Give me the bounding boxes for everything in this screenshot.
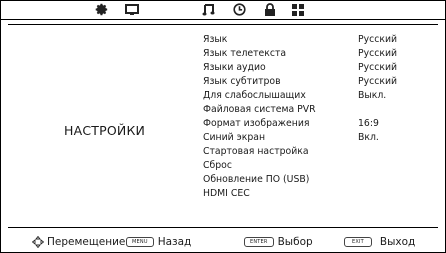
hint-select-label: Выбор xyxy=(277,236,313,248)
menu-item-audio-languages[interactable]: Языки аудио Русский xyxy=(8,61,408,75)
menu-item-value: Вкл. xyxy=(358,132,379,143)
menu-item-subtitle-language[interactable]: Язык субтитров Русский xyxy=(8,75,408,89)
menu-item-language[interactable]: Язык Русский xyxy=(8,33,408,47)
menu-item-label: Для слабослышащих xyxy=(203,90,306,101)
menu-item-initial-setup[interactable]: Стартовая настройка xyxy=(8,145,408,159)
menu-item-aspect-ratio[interactable]: Формат изображения 16:9 xyxy=(8,117,408,131)
menu-item-hearing-impaired[interactable]: Для слабослышащих Выкл. xyxy=(8,89,408,103)
hint-move: Перемещение xyxy=(32,236,125,248)
hint-exit: EXIT Выход xyxy=(344,236,415,248)
menu-key: MENU xyxy=(126,237,154,247)
tab-picture[interactable] xyxy=(121,1,143,18)
menu-item-teletext-language[interactable]: Язык телетекста Русский xyxy=(8,47,408,61)
music-note-icon xyxy=(202,4,214,16)
menu-item-label: Язык субтитров xyxy=(203,76,281,87)
clock-icon xyxy=(232,3,246,16)
footer-hints: Перемещение MENU Назад ENTER Выбор EXIT … xyxy=(0,228,446,253)
monitor-icon xyxy=(125,3,139,15)
menu-item-label: Формат изображения xyxy=(203,118,310,129)
tab-sound[interactable] xyxy=(197,1,219,18)
navigation-arrows-icon xyxy=(32,236,44,248)
gear-icon xyxy=(95,3,107,16)
tab-settings[interactable] xyxy=(90,1,112,18)
menu-item-label: Сброс xyxy=(203,160,232,171)
grid-icon xyxy=(292,3,304,16)
hint-move-label: Перемещение xyxy=(47,236,126,248)
menu-item-label: Язык телетекста xyxy=(203,48,287,59)
hint-exit-label: Выход xyxy=(379,236,416,248)
hint-select: ENTER Выбор xyxy=(244,236,313,248)
menu-item-software-update[interactable]: Обновление ПО (USB) xyxy=(8,173,408,187)
menu-item-label: Обновление ПО (USB) xyxy=(203,174,310,185)
menu-item-value: Выкл. xyxy=(358,90,387,101)
menu-item-blue-screen[interactable]: Синий экран Вкл. xyxy=(8,131,408,145)
menu-item-label: Синий экран xyxy=(203,132,266,143)
hint-back-label: Назад xyxy=(157,236,192,248)
menu-item-label: Стартовая настройка xyxy=(203,146,309,157)
menu-item-value: Русский xyxy=(358,34,398,45)
menu-item-value: Русский xyxy=(358,62,398,73)
menu-item-reset[interactable]: Сброс xyxy=(8,159,408,173)
lock-icon xyxy=(265,3,275,16)
menu-item-value: Русский xyxy=(358,48,398,59)
menu-item-label: Язык xyxy=(203,34,228,45)
menu-item-label: Языки аудио xyxy=(203,62,266,73)
tab-time[interactable] xyxy=(228,1,250,18)
tab-bar xyxy=(0,0,446,20)
menu-item-hdmi-cec[interactable]: HDMI CEC xyxy=(8,187,408,201)
menu-item-pvr-file-system[interactable]: Файловая система PVR xyxy=(8,103,408,117)
hint-back: MENU Назад xyxy=(126,236,191,248)
menu-item-value: 16:9 xyxy=(358,118,379,129)
tab-apps[interactable] xyxy=(287,1,309,18)
settings-panel: НАСТРОЙКИ Язык Русский Язык телетекста Р… xyxy=(8,24,438,228)
menu-item-label: HDMI CEC xyxy=(203,188,250,199)
enter-key: ENTER xyxy=(244,237,274,247)
exit-key: EXIT xyxy=(344,237,372,247)
menu-item-value: Русский xyxy=(358,76,398,87)
tab-lock[interactable] xyxy=(259,1,281,18)
menu-item-label: Файловая система PVR xyxy=(203,104,316,115)
